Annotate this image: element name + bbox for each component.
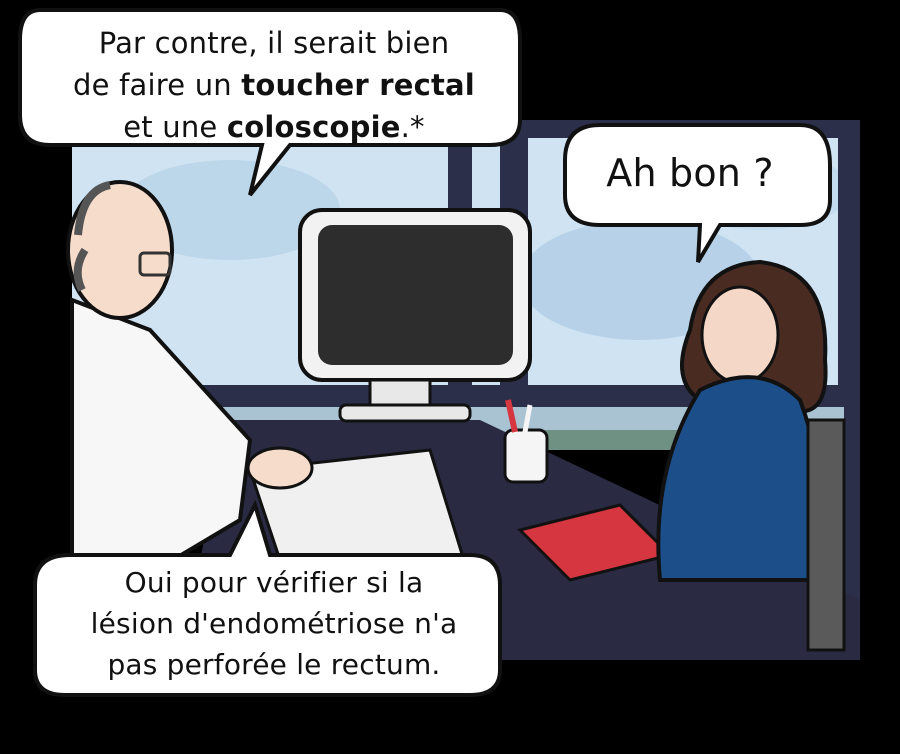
patient-face — [700, 285, 780, 385]
speech-bubble-doctor-top-text: Par contre, il serait bien de faire un t… — [34, 22, 514, 148]
chair-back — [806, 418, 846, 652]
monitor-screen — [318, 225, 513, 365]
speech-bubble-patient-text: Ah bon ? — [606, 151, 774, 195]
bubble-bold-term: toucher rectal — [241, 68, 475, 102]
bubble-text-fragment: .* — [400, 110, 425, 144]
monitor-base — [338, 403, 472, 423]
pen-cup — [503, 428, 549, 484]
bubble-bold-term: coloscopie — [226, 110, 401, 144]
bubble-text-fragment: et une — [123, 110, 227, 144]
bubble-line: et une coloscopie.* — [34, 106, 514, 148]
doctor-hand — [246, 446, 314, 490]
bubble-line: Oui pour vérifier si la — [124, 566, 424, 599]
bubble-line: pas perforée le rectum. — [107, 648, 441, 681]
bubble-line: Par contre, il serait bien — [98, 26, 450, 60]
bubble-line: lésion d'endométriose n'a — [90, 607, 458, 640]
speech-bubble-doctor-bottom-text: Oui pour vérifier si la lésion d'endomét… — [44, 562, 504, 685]
comic-panel: Par contre, il serait bien de faire un t… — [0, 0, 900, 754]
bubble-line: de faire un toucher rectal — [34, 64, 514, 106]
bubble-text-fragment: de faire un — [73, 68, 242, 102]
